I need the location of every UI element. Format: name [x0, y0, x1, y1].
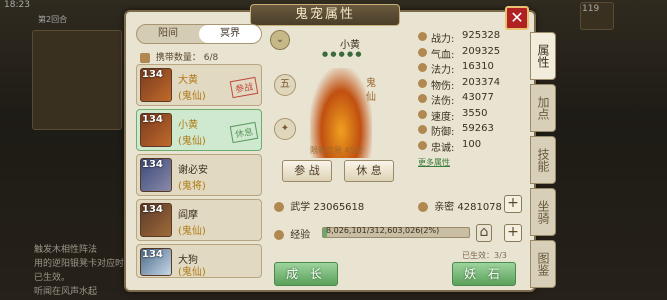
bag-icon	[140, 52, 150, 63]
exp-icon	[274, 230, 284, 240]
list-item-selected[interactable]: 134 小黄 (鬼仙) 休息	[136, 109, 262, 151]
pet-type: (鬼仙)	[178, 267, 206, 278]
tab-ming[interactable]: 冥界	[199, 25, 261, 43]
pet-type: (鬼仙)	[178, 226, 206, 237]
speed-icon	[418, 109, 427, 119]
tab-yang[interactable]: 阳间	[137, 25, 199, 43]
pet-level: 134	[142, 204, 163, 215]
carry-count: 携带数量： 6/8	[140, 50, 218, 63]
close-button[interactable]: ✕	[505, 6, 529, 30]
list-item[interactable]: 134 大狗 (鬼仙)	[136, 244, 262, 278]
wuxue-value: 23065618	[313, 202, 365, 213]
tab-add-points[interactable]: 加点	[530, 84, 556, 132]
list-item[interactable]: 134 大黄 (鬼仙) 参战	[136, 64, 262, 106]
intimacy-row: 亲密 4281078	[418, 198, 502, 213]
loyalty-icon	[418, 140, 427, 150]
pet-level: 134	[142, 69, 163, 80]
stat-row: 忠诚: 100	[418, 139, 528, 155]
status-badge: 休息	[229, 121, 259, 144]
seal-icon: ✦	[274, 118, 296, 140]
exp-label: 经验	[290, 230, 311, 241]
lock-icon[interactable]: ⌂	[476, 224, 492, 242]
wuxue-icon	[274, 202, 284, 212]
mana-icon	[418, 63, 427, 72]
stat-row: 战力: 925328	[418, 30, 528, 46]
stat-row: 法力: 16310	[418, 61, 528, 77]
power-icon	[418, 32, 427, 41]
stat-row: 物伤: 203374	[418, 77, 528, 93]
wuxue-label: 武学	[290, 202, 311, 213]
stat-row: 防御: 59263	[418, 123, 528, 139]
pet-list: 134 大黄 (鬼仙) 参战 134 小黄 (鬼仙) 休息 134 谢必安 (鬼…	[136, 64, 262, 281]
magic-dmg-icon	[418, 94, 427, 103]
rest-button[interactable]: 休 息	[344, 160, 394, 182]
tab-codex[interactable]: 图鉴	[530, 240, 556, 288]
pet-level: 134	[142, 159, 163, 170]
carry-value: 6/8	[203, 53, 219, 63]
intimacy-label: 亲密	[434, 202, 455, 213]
pet-type: (鬼仙)	[178, 91, 206, 102]
panel-title: 鬼宠属性	[250, 4, 400, 26]
effect-count: 已生效：3/3	[462, 251, 507, 260]
pet-type: (鬼将)	[178, 181, 206, 192]
tab-skills[interactable]: 技能	[530, 136, 556, 184]
status-badge: 参战	[229, 76, 259, 99]
add-exp-button[interactable]: +	[504, 224, 522, 242]
carry-label: 携带数量：	[155, 53, 201, 63]
pet-type: (鬼仙)	[178, 136, 206, 147]
stat-row: 速度: 3550	[418, 108, 528, 124]
defense-icon	[418, 125, 427, 134]
more-attributes-link[interactable]: 更多属性	[418, 157, 450, 168]
fight-button[interactable]: 参 战	[282, 160, 332, 182]
wuxue-row: 武学 23065618	[274, 198, 364, 213]
pet-name: 小黄	[178, 120, 198, 131]
chevron-down-icon[interactable]: ⌄	[270, 30, 290, 50]
pet-level: 134	[142, 249, 163, 260]
intimacy-value: 4281078	[457, 202, 502, 213]
pet-name: 大黄	[178, 75, 198, 86]
pet-level: 134	[142, 114, 163, 125]
tab-mount[interactable]: 坐骑	[530, 188, 556, 236]
five-element-icon: 五	[274, 74, 296, 96]
realm-toggle: 阳间 冥界	[136, 24, 262, 44]
list-item[interactable]: 134 阎摩 (鬼仙)	[136, 199, 262, 241]
right-tab-bar: 属性 加点 技能 坐骑 图鉴	[530, 32, 556, 292]
phys-dmg-icon	[418, 78, 427, 88]
exp-text: 8,026,101/312,603,026(2%)	[326, 226, 440, 235]
pet-skill-icons: ● ● ● ● ●	[322, 50, 362, 58]
tab-attributes[interactable]: 属性	[530, 32, 556, 80]
demon-stone-button[interactable]: 妖 石	[452, 262, 516, 286]
list-item[interactable]: 134 谢必安 (鬼将)	[136, 154, 262, 196]
stat-row: 法伤: 43077	[418, 92, 528, 108]
add-intimacy-button[interactable]: +	[504, 195, 522, 213]
exp-row: 经验	[274, 226, 310, 241]
pet-list-column: 阳间 冥界 携带数量： 6/8 134 大黄 (鬼仙) 参战 134 小黄 (鬼…	[132, 24, 262, 286]
intimacy-icon	[418, 202, 428, 212]
stats-list: 战力: 925328 气血: 209325 法力: 16310 物伤: 203374 法…	[418, 30, 528, 154]
grow-button[interactable]: 成 长	[274, 262, 338, 286]
pet-display-name: 小黄	[340, 40, 360, 51]
stat-row: 气血: 209325	[418, 46, 528, 62]
trade-limit-text: 限制交易 45天	[310, 146, 363, 155]
pet-name: 谢必安	[178, 165, 208, 176]
pet-name: 阎摩	[178, 210, 198, 221]
hp-icon	[418, 47, 427, 57]
